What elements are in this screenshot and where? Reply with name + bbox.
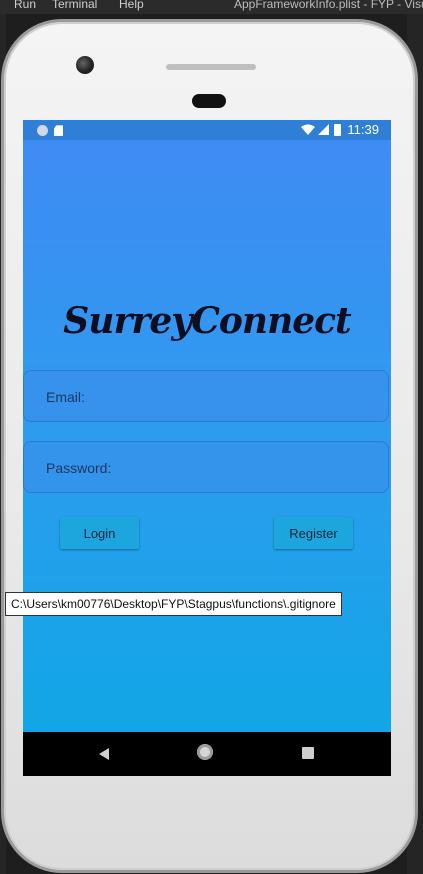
home-icon[interactable] [197, 744, 213, 760]
ide-menubar: Run Terminal Help AppFrameworkInfo.plist… [0, 0, 423, 14]
cell-signal-icon [318, 124, 330, 136]
android-nav-bar [23, 732, 391, 776]
email-input[interactable] [44, 371, 368, 423]
file-path-tooltip: C:\Users\km00776\Desktop\FYP\Stagpus\fun… [5, 592, 342, 616]
menu-run[interactable]: Run [14, 0, 36, 10]
password-field-container [23, 441, 389, 494]
wifi-icon [301, 124, 316, 136]
android-status-bar: 11:39 [23, 120, 391, 140]
menu-terminal[interactable]: Terminal [52, 0, 97, 10]
phone-emulator-frame: 11:39 SurreyConnect Login Register [4, 22, 415, 870]
password-input[interactable] [44, 442, 368, 494]
notification-circle-icon [37, 125, 48, 137]
sensor-pill [192, 94, 226, 108]
battery-icon [334, 123, 342, 136]
login-screen: SurreyConnect Login Register [23, 140, 391, 732]
sd-card-icon [54, 125, 63, 137]
earpiece-speaker [166, 64, 256, 70]
email-field-container [23, 370, 389, 423]
recents-icon[interactable] [302, 747, 314, 759]
back-icon[interactable] [99, 748, 109, 760]
phone-screen: 11:39 SurreyConnect Login Register [23, 120, 391, 776]
register-button[interactable]: Register [274, 517, 353, 549]
status-time: 11:39 [347, 122, 379, 138]
app-logo-text: SurreyConnect [63, 300, 351, 342]
menu-help[interactable]: Help [119, 0, 144, 10]
front-camera-icon [76, 56, 94, 74]
login-button[interactable]: Login [60, 517, 139, 549]
ide-window-title: AppFrameworkInfo.plist - FYP - Visu [234, 0, 423, 11]
